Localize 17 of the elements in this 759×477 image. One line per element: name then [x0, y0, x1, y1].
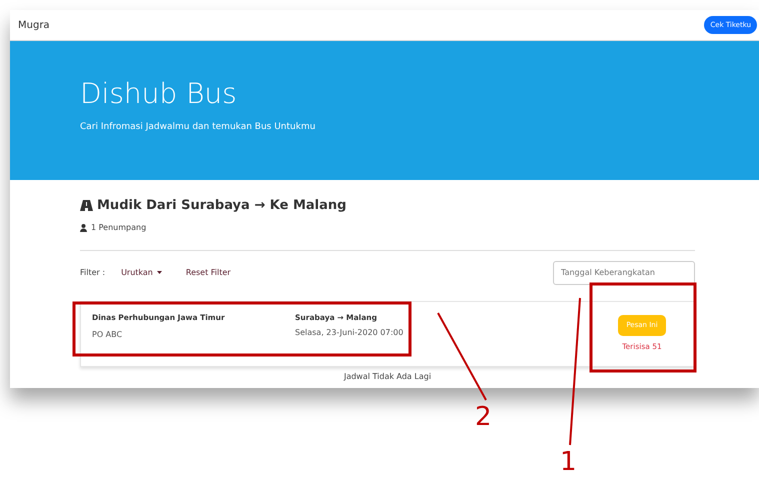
filter-label: Filter :: [80, 266, 106, 278]
departure-time: Selasa, 23-Juni-2020 07:00: [295, 326, 404, 339]
trip-title: Mudik Dari Surabaya → Ke Malang: [97, 197, 346, 215]
passenger-count: 1 Penumpang: [91, 222, 146, 234]
hero-subtitle: Cari Infromasi Jadwalmu dan temukan Bus Untukmu: [80, 120, 316, 134]
annotation-number: 2: [475, 404, 492, 430]
date-input-field[interactable]: Tanggal Keberangkatan: [553, 260, 695, 284]
road-icon: [80, 200, 93, 212]
person-icon: [80, 224, 87, 232]
sort-dropdown[interactable]: Urutkan: [121, 266, 162, 278]
caret-icon: [156, 271, 162, 274]
annotation-number: 1: [560, 449, 577, 475]
reset-filter-link[interactable]: Reset Filter: [186, 266, 231, 278]
hero-title: Dishub Bus: [80, 77, 238, 111]
brand-name[interactable]: Mugra: [18, 18, 50, 32]
company-name: PO ABC: [92, 328, 124, 341]
no-more-schedules-note: Jadwal Tidak Ada Lagi: [342, 370, 432, 382]
